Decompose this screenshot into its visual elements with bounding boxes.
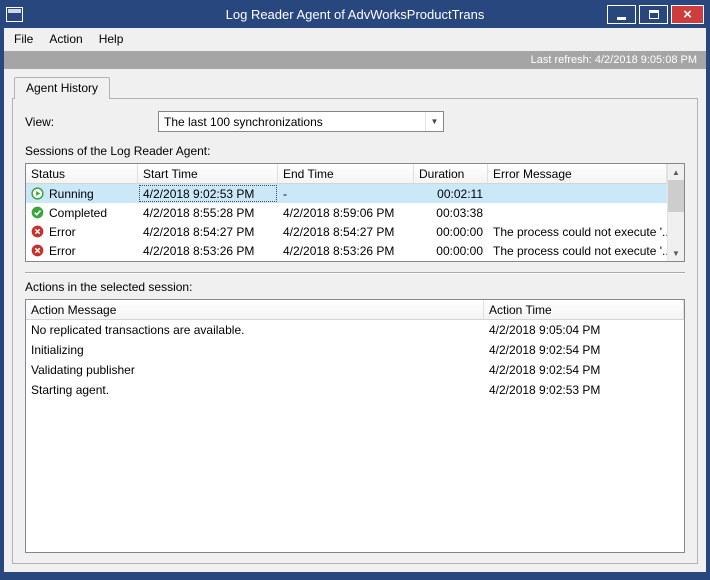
dialog-body: Agent History View: The last 100 synchro…: [4, 69, 706, 572]
window-title: Log Reader Agent of AdvWorksProductTrans: [225, 6, 485, 22]
actions-table-main: Action Message Action Time No replicated…: [26, 300, 684, 552]
scrollbar-track[interactable]: [668, 180, 684, 245]
running-icon: [31, 187, 44, 200]
menu-action[interactable]: Action: [41, 28, 90, 51]
maximize-icon: [648, 9, 659, 19]
completed-icon: [31, 206, 44, 219]
window-client-area: File Action Help Last refresh: 4/2/2018 …: [4, 28, 706, 572]
sessions-table: Status Start Time End Time Duration Erro…: [25, 163, 685, 262]
title-bar: Log Reader Agent of AdvWorksProductTrans…: [0, 0, 710, 28]
status-text: Error: [49, 224, 76, 239]
scroll-down-icon: ▼: [672, 248, 680, 258]
view-combobox-dropdown-button[interactable]: ▼: [425, 112, 443, 131]
agent-history-panel: View: The last 100 synchronizations ▼ Se…: [12, 98, 698, 564]
sessions-table-header: Status Start Time End Time Duration Erro…: [26, 164, 667, 184]
menu-help[interactable]: Help: [91, 28, 132, 51]
scroll-down-button[interactable]: ▼: [668, 245, 684, 261]
list-item[interactable]: Initializing 4/2/2018 9:02:54 PM: [26, 340, 684, 360]
error-icon: [31, 244, 44, 257]
scroll-up-button[interactable]: ▲: [668, 164, 684, 180]
table-row[interactable]: Error 4/2/2018 8:53:26 PM 4/2/2018 8:53:…: [26, 241, 667, 260]
tab-agent-history[interactable]: Agent History: [14, 77, 111, 99]
status-text: Error: [49, 243, 76, 258]
list-item[interactable]: Validating publisher 4/2/2018 9:02:54 PM: [26, 360, 684, 380]
view-label: View:: [25, 114, 55, 129]
table-row[interactable]: Error 4/2/2018 8:54:27 PM 4/2/2018 8:54:…: [26, 222, 667, 241]
column-header-duration[interactable]: Duration: [414, 164, 488, 183]
sessions-scrollbar[interactable]: ▲ ▼: [667, 164, 684, 261]
close-icon: ×: [683, 5, 692, 23]
last-refresh-bar: Last refresh: 4/2/2018 9:05:08 PM: [4, 51, 706, 69]
chevron-down-icon: ▼: [430, 117, 439, 126]
column-header-status[interactable]: Status: [26, 164, 138, 183]
sessions-table-main: Status Start Time End Time Duration Erro…: [26, 164, 667, 261]
list-item[interactable]: No replicated transactions are available…: [26, 320, 684, 340]
view-combobox[interactable]: The last 100 synchronizations ▼: [158, 111, 444, 132]
maximize-button[interactable]: [639, 4, 668, 24]
close-button[interactable]: ×: [671, 4, 704, 24]
status-text: Running: [49, 186, 94, 201]
section-divider: [25, 272, 685, 274]
actions-label: Actions in the selected session:: [25, 280, 193, 294]
focused-cell: 4/2/2018 9:02:53 PM: [138, 184, 278, 203]
column-header-action-time[interactable]: Action Time: [484, 300, 684, 319]
table-row[interactable]: Completed 4/2/2018 8:55:28 PM 4/2/2018 8…: [26, 203, 667, 222]
menu-bar: File Action Help: [4, 28, 706, 51]
menu-file[interactable]: File: [6, 28, 41, 51]
scroll-up-icon: ▲: [672, 167, 680, 177]
tab-strip: Agent History: [12, 76, 698, 99]
table-row[interactable]: Running 4/2/2018 9:02:53 PM - 00:02:11: [26, 184, 667, 203]
column-header-end-time[interactable]: End Time: [278, 164, 414, 183]
column-header-error-message[interactable]: Error Message: [488, 164, 667, 183]
error-icon: [31, 225, 44, 238]
view-row: View: The last 100 synchronizations ▼: [25, 111, 685, 132]
window-controls: ×: [607, 4, 704, 24]
view-combobox-value: The last 100 synchronizations: [164, 114, 323, 129]
status-text: Completed: [49, 205, 108, 220]
last-refresh-text: Last refresh: 4/2/2018 9:05:08 PM: [530, 54, 697, 66]
actions-table-header: Action Message Action Time: [26, 300, 684, 320]
minimize-icon: [617, 16, 626, 20]
column-header-start-time[interactable]: Start Time: [138, 164, 278, 183]
minimize-button[interactable]: [607, 4, 636, 24]
sessions-label: Sessions of the Log Reader Agent:: [25, 144, 211, 158]
app-icon[interactable]: [6, 6, 23, 22]
column-header-action-message[interactable]: Action Message: [26, 300, 484, 319]
actions-table: Action Message Action Time No replicated…: [25, 299, 685, 553]
window: Log Reader Agent of AdvWorksProductTrans…: [0, 0, 710, 580]
list-item[interactable]: Starting agent. 4/2/2018 9:02:53 PM: [26, 380, 684, 400]
scrollbar-thumb[interactable]: [668, 180, 684, 212]
